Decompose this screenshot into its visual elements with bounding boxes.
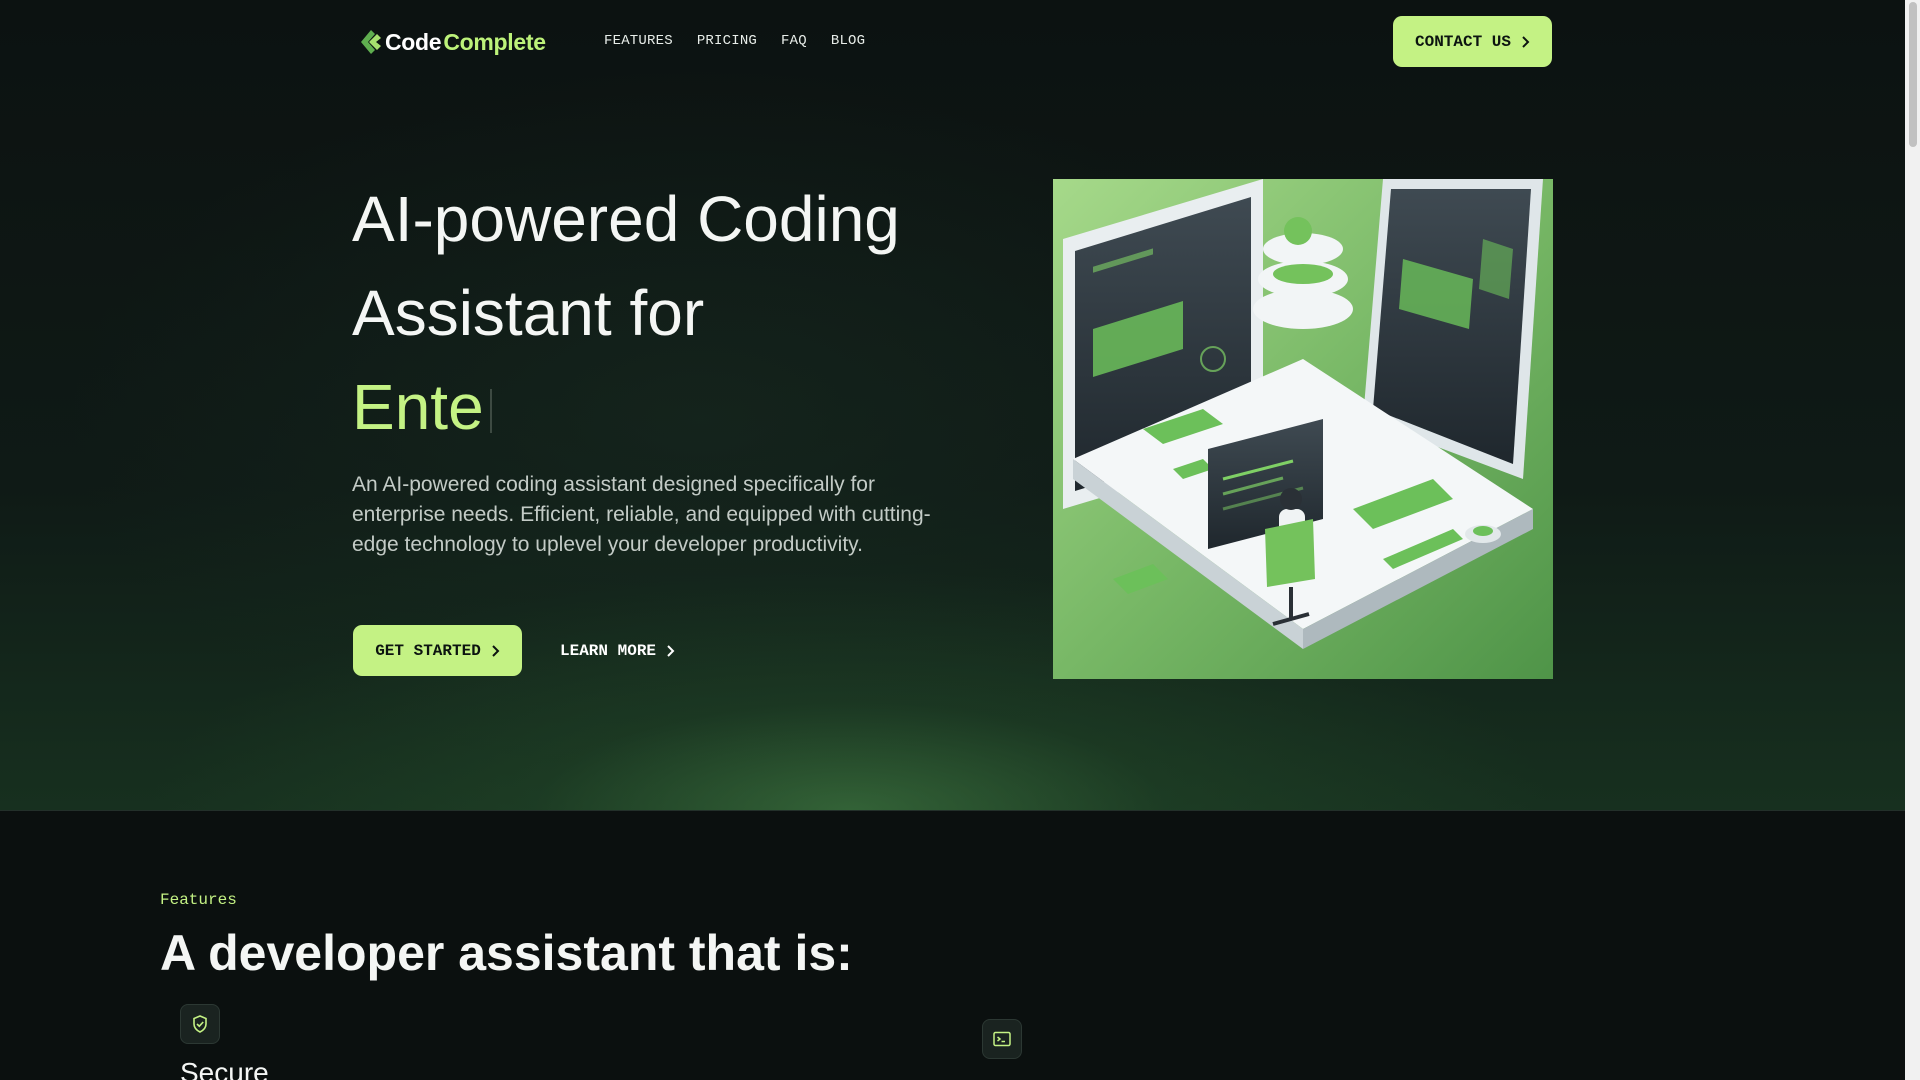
- features-section: Features A developer assistant that is: …: [0, 811, 1905, 1080]
- get-started-button[interactable]: GET STARTED: [353, 625, 522, 676]
- features-title: A developer assistant that is:: [160, 925, 853, 981]
- contact-us-button[interactable]: CONTACT US: [1393, 16, 1552, 67]
- chevron-right-icon: [492, 644, 500, 657]
- hero-title-typed-wrap: Ente: [352, 360, 992, 454]
- hero-title: AI-powered Coding Assistant for Ente: [352, 172, 992, 454]
- page: Code Complete FEATURES PRICING FAQ BLOG C…: [0, 0, 1920, 1080]
- nav-link-pricing[interactable]: PRICING: [697, 33, 757, 49]
- hero-illustration: [1053, 179, 1553, 679]
- hero-title-line1: AI-powered Coding: [352, 183, 900, 255]
- feature-label-secure: Secure: [180, 1057, 269, 1080]
- chevron-right-icon: [1522, 35, 1530, 48]
- brand-name-part2: Complete: [443, 28, 546, 55]
- shield-check-icon: [180, 1004, 220, 1044]
- features-eyebrow: Features: [160, 891, 237, 909]
- typing-caret: [489, 389, 492, 433]
- hero-title-typed: Ente: [352, 371, 484, 443]
- learn-more-button[interactable]: LEARN MORE: [560, 625, 675, 676]
- nav-link-blog[interactable]: BLOG: [831, 33, 865, 49]
- hero-section: Code Complete FEATURES PRICING FAQ BLOG C…: [0, 0, 1905, 811]
- top-nav: Code Complete FEATURES PRICING FAQ BLOG C…: [0, 0, 1905, 84]
- developer-workspace-illustration: [1053, 179, 1553, 679]
- nav-link-features[interactable]: FEATURES: [604, 33, 673, 49]
- brand-name-part1: Code: [385, 28, 442, 55]
- get-started-label: GET STARTED: [375, 641, 481, 660]
- terminal-icon: [982, 1019, 1022, 1059]
- nav-links: FEATURES PRICING FAQ BLOG: [604, 33, 865, 49]
- nav-link-faq[interactable]: FAQ: [781, 33, 807, 49]
- contact-us-label: CONTACT US: [1414, 32, 1511, 51]
- logo-icon: [361, 30, 381, 54]
- brand-logo[interactable]: Code Complete: [357, 26, 546, 58]
- chevron-right-icon: [667, 644, 675, 657]
- hero-description: An AI-powered coding assistant designed …: [352, 473, 931, 556]
- scrollbar-thumb[interactable]: [1909, 2, 1917, 147]
- page-scrollbar[interactable]: [1905, 0, 1920, 1080]
- hero-title-line2: Assistant for: [352, 277, 705, 349]
- learn-more-label: LEARN MORE: [560, 641, 657, 660]
